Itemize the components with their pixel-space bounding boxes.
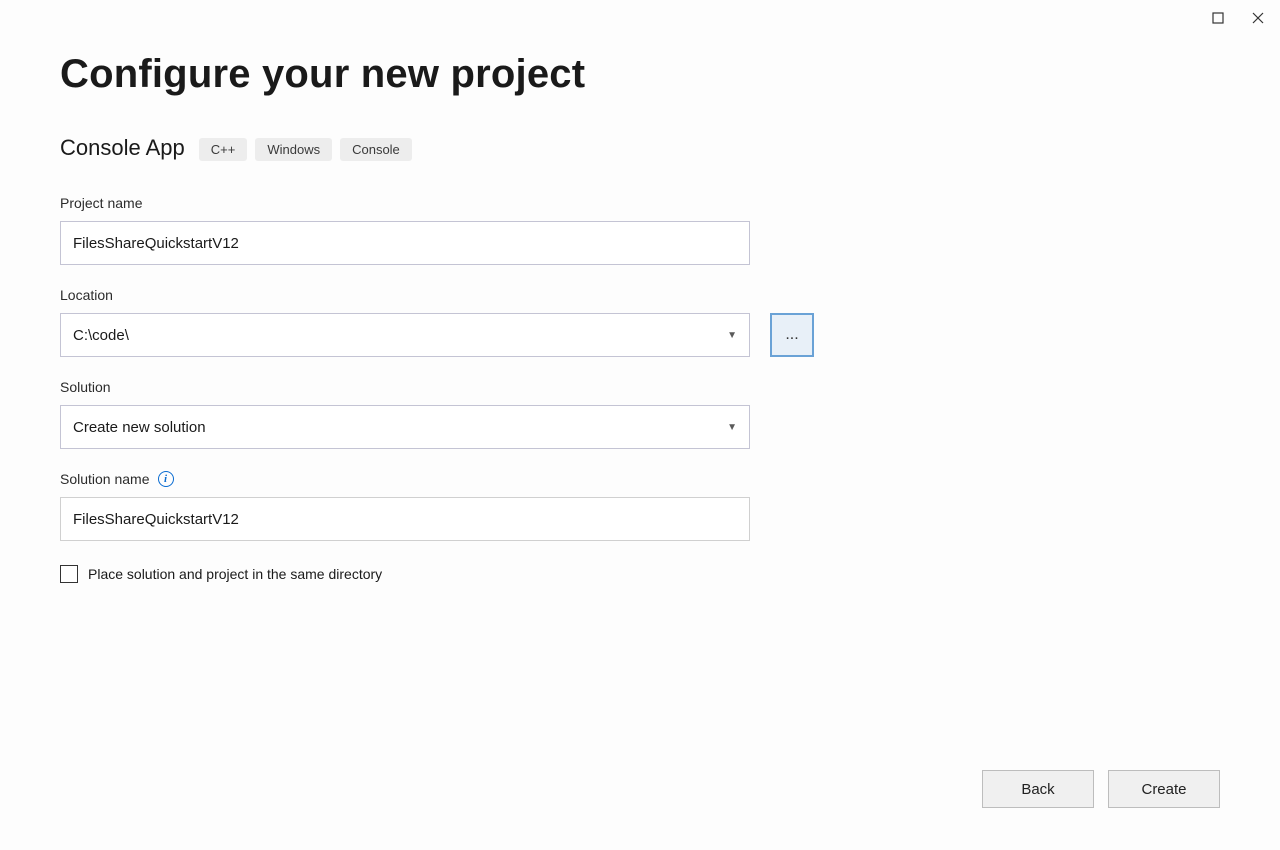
close-icon [1251, 11, 1265, 25]
page-title: Configure your new project [60, 52, 1220, 97]
close-button[interactable] [1250, 10, 1266, 26]
project-name-input[interactable] [60, 221, 750, 265]
solution-label: Solution [60, 379, 1220, 395]
chevron-down-icon: ▼ [727, 330, 737, 341]
back-button[interactable]: Back [982, 770, 1094, 808]
tag-windows: Windows [255, 138, 332, 161]
same-directory-checkbox[interactable] [60, 565, 78, 583]
project-type-label: Console App [60, 135, 185, 161]
browse-location-button[interactable]: ... [770, 313, 814, 357]
solution-value: Create new solution [73, 419, 206, 436]
solution-combo[interactable]: Create new solution ▼ [60, 405, 750, 449]
location-value: C:\code\ [73, 327, 129, 344]
maximize-icon [1212, 12, 1224, 24]
location-combo[interactable]: C:\code\ ▼ [60, 313, 750, 357]
chevron-down-icon: ▼ [727, 422, 737, 433]
create-button[interactable]: Create [1108, 770, 1220, 808]
solution-name-input[interactable] [60, 497, 750, 541]
project-name-label: Project name [60, 195, 1220, 211]
solution-name-label: Solution name [60, 471, 150, 487]
maximize-button[interactable] [1210, 10, 1226, 26]
tag-console: Console [340, 138, 412, 161]
location-label: Location [60, 287, 1220, 303]
tag-cpp: C++ [199, 138, 248, 161]
same-directory-label: Place solution and project in the same d… [88, 566, 382, 582]
info-icon[interactable]: i [158, 471, 174, 487]
